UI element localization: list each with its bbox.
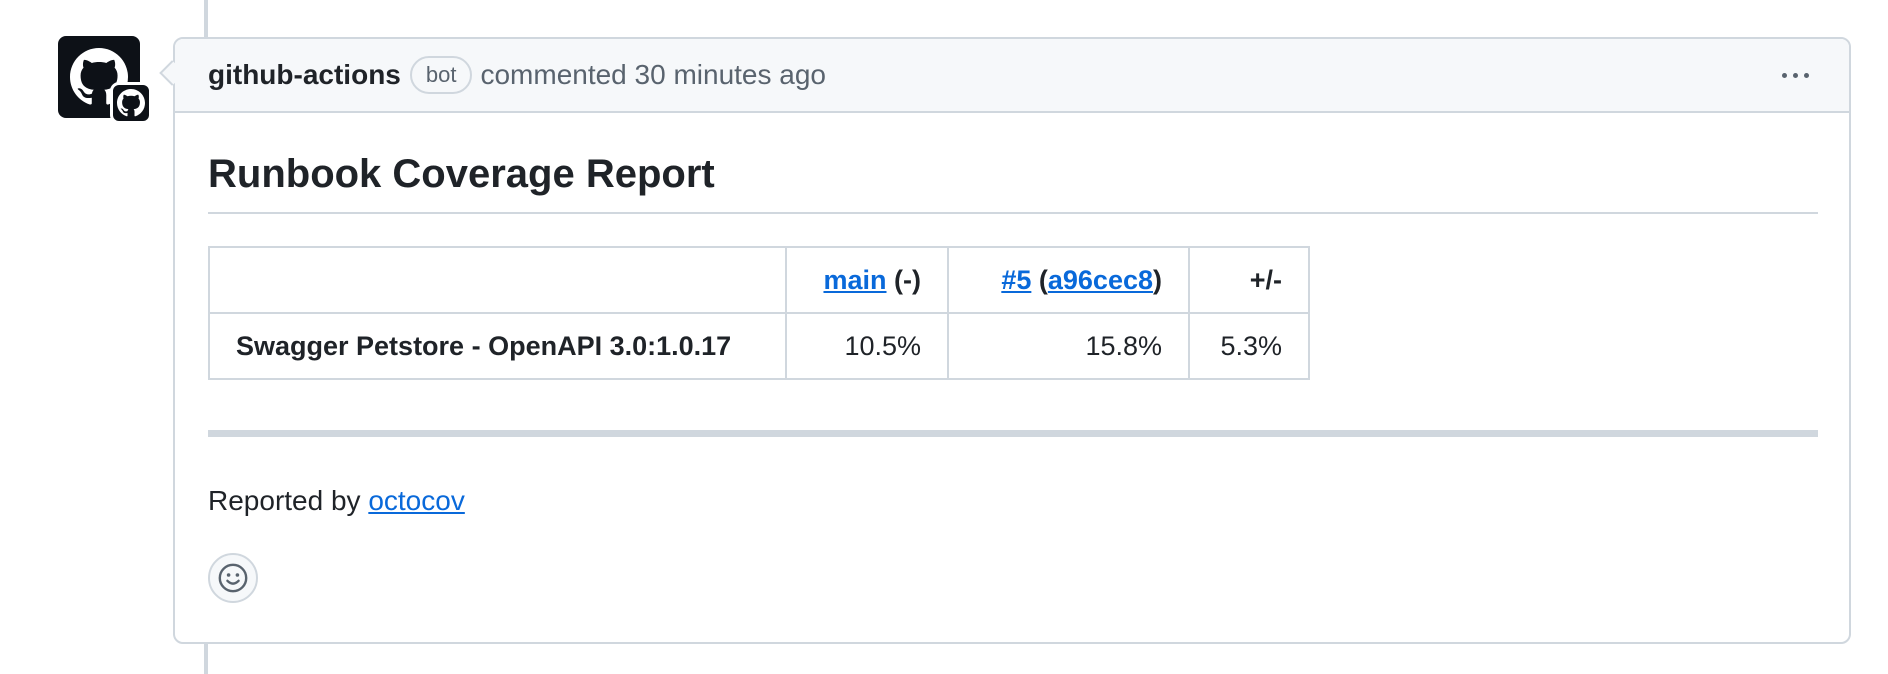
more-options-button[interactable] (1775, 59, 1815, 91)
dot (1803, 72, 1809, 78)
pr-number-link[interactable]: #5 (1001, 265, 1031, 295)
pr-commit-link[interactable]: a96cec8 (1048, 265, 1153, 295)
horizontal-rule (208, 430, 1818, 437)
dot (1792, 72, 1798, 78)
table-row: Swagger Petstore - OpenAPI 3.0:1.0.17 10… (208, 312, 1310, 380)
row-name: Swagger Petstore - OpenAPI 3.0:1.0.17 (208, 312, 787, 380)
comment-box: github-actions bot commented 30 minutes … (173, 37, 1851, 644)
github-badge-icon (117, 89, 145, 117)
pr-close-paren: ) (1153, 264, 1162, 295)
octocov-link[interactable]: octocov (368, 485, 465, 516)
header-base: main (-) (785, 246, 949, 314)
comment-header: github-actions bot commented 30 minutes … (175, 39, 1849, 113)
comment-timestamp[interactable]: commented 30 minutes ago (480, 59, 826, 91)
row-base-value: 10.5% (785, 312, 949, 380)
row-pr-value: 15.8% (947, 312, 1190, 380)
footer-text: Reported by octocov (208, 485, 1818, 517)
footer-prefix: Reported by (208, 485, 361, 516)
bot-badge: bot (409, 56, 473, 94)
dot (1781, 72, 1787, 78)
pr-open-paren: ( (1038, 264, 1048, 295)
comment-body: Runbook Coverage Report main (-) #5 (a96… (175, 150, 1849, 603)
base-branch-link[interactable]: main (823, 265, 886, 295)
report-title: Runbook Coverage Report (208, 150, 1818, 214)
header-pr: #5 (a96cec8) (947, 246, 1190, 314)
smiley-icon (218, 563, 248, 593)
author-link[interactable]: github-actions (208, 59, 401, 91)
header-diff: +/- (1188, 246, 1310, 314)
app-badge (110, 82, 152, 124)
table-header-row: main (-) #5 (a96cec8) +/- (208, 246, 1310, 314)
coverage-table: main (-) #5 (a96cec8) +/- Swagger Petsto… (208, 246, 1310, 380)
base-suffix: (-) (894, 264, 921, 295)
header-empty-cell (208, 246, 787, 314)
add-reaction-button[interactable] (208, 553, 258, 603)
row-diff-value: 5.3% (1188, 312, 1310, 380)
